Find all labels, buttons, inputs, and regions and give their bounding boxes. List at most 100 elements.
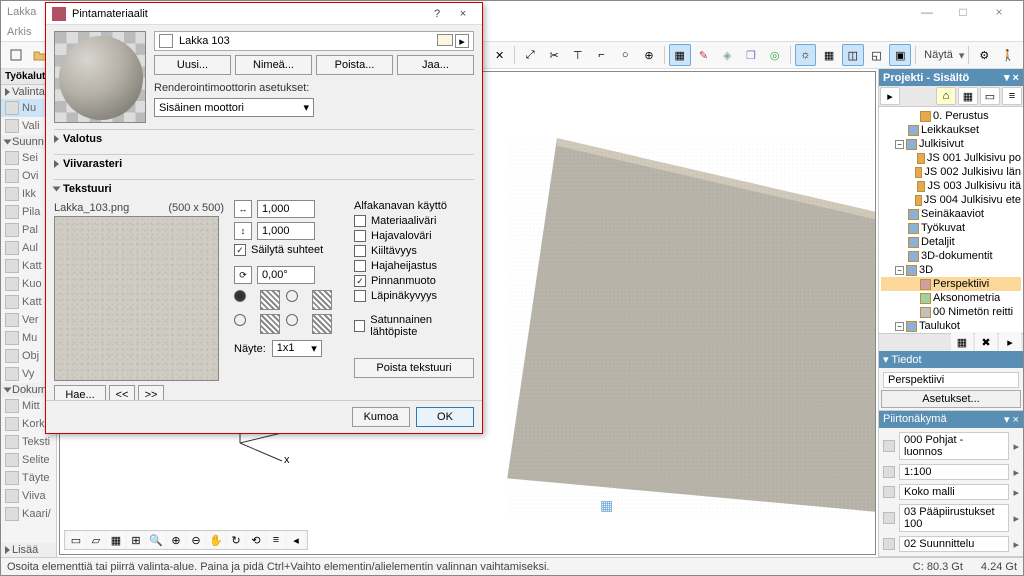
nav-tab-5[interactable]: ≡ — [1002, 87, 1022, 105]
tile-opt-1[interactable] — [260, 290, 280, 310]
vp-btn-12[interactable]: ◂ — [287, 532, 305, 548]
piirto-row[interactable]: 1:100▸ — [881, 462, 1021, 482]
tree-item[interactable]: JS 004 Julkisivu ete — [881, 193, 1021, 207]
toolbar-view2-icon[interactable]: ◫ — [842, 44, 864, 66]
toolbar-layer-icon[interactable]: ▦ — [669, 44, 691, 66]
tree-item[interactable]: 0. Perustus — [881, 109, 1021, 123]
toolbox-item[interactable]: Teksti — [1, 433, 56, 451]
toolbox-item[interactable]: Kaari/ — [1, 505, 56, 523]
keep-ratio-checkbox[interactable] — [234, 244, 246, 256]
material-menu-icon[interactable]: ▸ — [455, 34, 469, 48]
toolbar-show-label[interactable]: Näytä — [924, 49, 953, 61]
alpha-checkbox[interactable] — [354, 230, 366, 242]
tile-opt-4[interactable] — [312, 314, 332, 334]
piirto-pin-icon[interactable]: ▾ × — [1004, 413, 1019, 426]
tree-item[interactable]: Työkuvat — [881, 221, 1021, 235]
toolbar-target-icon[interactable]: ◎ — [764, 44, 786, 66]
toolbar-g-icon[interactable]: ⊕ — [638, 44, 660, 66]
toolbar-paint-icon[interactable]: ✎ — [693, 44, 715, 66]
vp-btn-2[interactable]: ▱ — [87, 532, 105, 548]
toolbar-view3-icon[interactable]: ◱ — [866, 44, 888, 66]
toolbar-new-icon[interactable] — [5, 44, 27, 66]
tile-radio-1[interactable] — [234, 290, 246, 302]
toolbar-cube-icon[interactable]: ◈ — [716, 44, 738, 66]
toolbox-item[interactable]: Täyte — [1, 469, 56, 487]
material-name-field[interactable]: Lakka 103 ▸ — [154, 31, 474, 51]
delete-button[interactable]: Poista... — [316, 55, 393, 75]
toolbar-d-icon[interactable]: ⊤ — [567, 44, 589, 66]
toolbar-stack-icon[interactable]: ❐ — [740, 44, 762, 66]
next-texture-button[interactable]: >> — [138, 385, 164, 400]
texture-height-input[interactable]: 1,000 — [257, 222, 315, 240]
alpha-option[interactable]: Kiiltävyys — [354, 245, 474, 257]
alpha-checkbox[interactable] — [354, 215, 366, 227]
vp-btn-1[interactable]: ▭ — [67, 532, 85, 548]
tree-item[interactable]: Seinäkaaviot — [881, 207, 1021, 221]
tile-opt-3[interactable] — [260, 314, 280, 334]
tile-radio-2[interactable] — [286, 290, 298, 302]
alpha-option[interactable]: Pinnanmuoto — [354, 275, 474, 287]
toolbar-view1-icon[interactable]: ▦ — [818, 44, 840, 66]
tree-item[interactable]: Aksonometria — [881, 291, 1021, 305]
tile-radio-3[interactable] — [234, 314, 246, 326]
rename-button[interactable]: Nimeä... — [235, 55, 312, 75]
tree-item[interactable]: −3D — [881, 263, 1021, 277]
hatch-section[interactable]: Viivarasteri — [54, 154, 474, 173]
toolbar-f-icon[interactable]: ○ — [614, 44, 636, 66]
toolbar-a-icon[interactable]: ✕ — [489, 44, 511, 66]
vp-btn-7[interactable]: ⊖ — [187, 532, 205, 548]
vp-btn-6[interactable]: ⊕ — [167, 532, 185, 548]
window-close[interactable]: × — [981, 5, 1017, 19]
toolbox-item[interactable]: Selite — [1, 451, 56, 469]
toolbar-e-icon[interactable]: ⌐ — [591, 44, 613, 66]
prev-texture-button[interactable]: << — [109, 385, 135, 400]
alpha-option[interactable]: Hajavaloväri — [354, 230, 474, 242]
nav-tab-3[interactable]: ▦ — [958, 87, 978, 105]
nav-tab-4[interactable]: ▭ — [980, 87, 1000, 105]
vp-orbit-icon[interactable]: ↻ — [227, 532, 245, 548]
remove-texture-button[interactable]: Poista tekstuuri — [354, 358, 474, 378]
tree-item[interactable]: −Taulukot — [881, 319, 1021, 333]
toolbox-item[interactable]: Viiva — [1, 487, 56, 505]
pin-icon[interactable]: ▾ × — [1004, 71, 1019, 84]
tree-item[interactable]: JS 001 Julkisivu po — [881, 151, 1021, 165]
toolbar-sun-icon[interactable]: ☼ — [795, 44, 817, 66]
nav-tab-2[interactable]: ⌂ — [936, 87, 956, 105]
piirto-row[interactable]: Koko malli▸ — [881, 482, 1021, 502]
tree-item[interactable]: Detaljit — [881, 235, 1021, 249]
vp-pan-icon[interactable]: ✋ — [207, 532, 225, 548]
toolbox-more[interactable]: Lisää — [12, 544, 38, 556]
tree-item[interactable]: JS 003 Julkisivu itä — [881, 179, 1021, 193]
material-color-chip[interactable] — [437, 34, 453, 46]
texture-width-input[interactable]: 1,000 — [257, 200, 315, 218]
piirto-row[interactable]: 02 Suunnittelu▸ — [881, 534, 1021, 554]
browse-button[interactable]: Hae... — [54, 385, 106, 400]
share-button[interactable]: Jaa... — [397, 55, 474, 75]
new-button[interactable]: Uusi... — [154, 55, 231, 75]
alpha-option[interactable]: Läpinäkyvyys — [354, 290, 474, 302]
tile-radio-4[interactable] — [286, 314, 298, 326]
alpha-checkbox[interactable] — [354, 260, 366, 272]
alpha-checkbox[interactable] — [354, 245, 366, 257]
navigator-tree[interactable]: 0. PerustusLeikkaukset−JulkisivutJS 001 … — [879, 107, 1023, 333]
toolbar-view4-icon[interactable]: ▣ — [889, 44, 911, 66]
alpha-checkbox[interactable] — [354, 290, 366, 302]
texture-section[interactable]: Tekstuuri — [54, 179, 474, 198]
random-origin-checkbox[interactable] — [354, 320, 365, 332]
engine-dropdown[interactable]: Sisäinen moottori▾ — [154, 98, 314, 117]
ok-button[interactable]: OK — [416, 407, 474, 427]
exposure-section[interactable]: Valotus — [54, 129, 474, 148]
tree-item[interactable]: 00 Nimetön reitti — [881, 305, 1021, 319]
tree-item[interactable]: Leikkaukset — [881, 123, 1021, 137]
tree-item[interactable]: −Julkisivut — [881, 137, 1021, 151]
toolbar-b-icon[interactable]: ⤢ — [519, 44, 541, 66]
tree-item[interactable]: Perspektiivi — [881, 277, 1021, 291]
vp-zoom-icon[interactable]: 🔍 — [147, 532, 165, 548]
tile-opt-2[interactable] — [312, 290, 332, 310]
vp-btn-4[interactable]: ⊞ — [127, 532, 145, 548]
alpha-checkbox[interactable] — [354, 275, 366, 287]
tree-item[interactable]: JS 002 Julkisivu län — [881, 165, 1021, 179]
dialog-close-button[interactable]: × — [450, 8, 476, 20]
piirto-row[interactable]: 000 Pohjat - luonnos▸ — [881, 430, 1021, 462]
dialog-help-button[interactable]: ? — [424, 8, 450, 20]
